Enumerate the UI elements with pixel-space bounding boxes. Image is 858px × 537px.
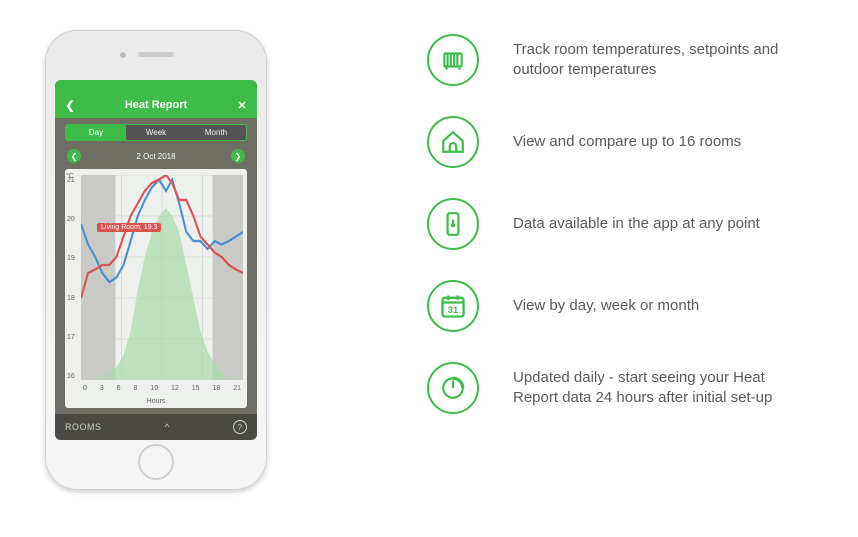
current-date: 2 Oct 2018 [136, 152, 175, 161]
back-icon[interactable]: ❮ [63, 99, 77, 112]
rooms-chevron-icon[interactable]: ^ [102, 422, 233, 432]
x-axis-title: Hours [65, 398, 247, 408]
feature-text: View by day, week or month [513, 296, 699, 316]
chart-card: °C 21 20 19 18 17 16 [65, 169, 247, 408]
chart-plot [81, 175, 243, 380]
help-icon[interactable]: ? [233, 420, 247, 434]
phone-camera-dot [120, 52, 126, 58]
rooms-bar[interactable]: ROOMS ^ ? [55, 414, 257, 440]
feature-text: View and compare up to 16 rooms [513, 132, 741, 152]
title-bar: ❮ Heat Report ✕ [55, 92, 257, 118]
feature-compare-rooms: View and compare up to 16 rooms [427, 116, 787, 168]
app-screen: ❮ Heat Report ✕ Day Week Month ❮ 2 Oct 2… [55, 80, 257, 440]
next-day-button[interactable]: ❯ [231, 149, 245, 163]
tab-month[interactable]: Month [186, 125, 246, 140]
phone-frame: ❮ Heat Report ✕ Day Week Month ❮ 2 Oct 2… [45, 30, 267, 490]
chart-body[interactable]: 21 20 19 18 17 16 [81, 175, 243, 394]
clock-icon [427, 362, 479, 414]
chart-tooltip: Living Room, 19.3 [97, 223, 161, 232]
page-title: Heat Report [125, 99, 187, 111]
feature-updated-daily: Updated daily - start seeing your Heat R… [427, 362, 787, 414]
feature-text: Updated daily - start seeing your Heat R… [513, 368, 787, 409]
house-rooms-icon [427, 116, 479, 168]
phone-speaker [138, 52, 174, 57]
range-tabs: Day Week Month [65, 124, 247, 141]
feature-track-temps: Track room temperatures, setpoints and o… [427, 34, 787, 86]
phone-home-button[interactable] [138, 444, 174, 480]
svg-text:31: 31 [448, 305, 458, 315]
app-touch-icon [427, 198, 479, 250]
status-bar [55, 80, 257, 92]
rooms-label: ROOMS [65, 422, 102, 432]
radiator-icon [427, 34, 479, 86]
feature-list: Track room temperatures, setpoints and o… [427, 30, 787, 414]
prev-day-button[interactable]: ❮ [67, 149, 81, 163]
close-icon[interactable]: ✕ [235, 99, 249, 112]
x-axis-ticks: 0 3 6 8 10 12 15 18 21 [81, 385, 243, 392]
calendar-icon: 31 [427, 280, 479, 332]
feature-data-in-app: Data available in the app at any point [427, 198, 787, 250]
y-axis-ticks: 21 20 19 18 17 16 [67, 177, 75, 380]
tab-week[interactable]: Week [126, 125, 186, 140]
tab-day[interactable]: Day [66, 125, 126, 140]
feature-text: Data available in the app at any point [513, 214, 760, 234]
feature-view-range: 31 View by day, week or month [427, 280, 787, 332]
feature-text: Track room temperatures, setpoints and o… [513, 40, 787, 81]
date-row: ❮ 2 Oct 2018 ❯ [67, 149, 245, 163]
